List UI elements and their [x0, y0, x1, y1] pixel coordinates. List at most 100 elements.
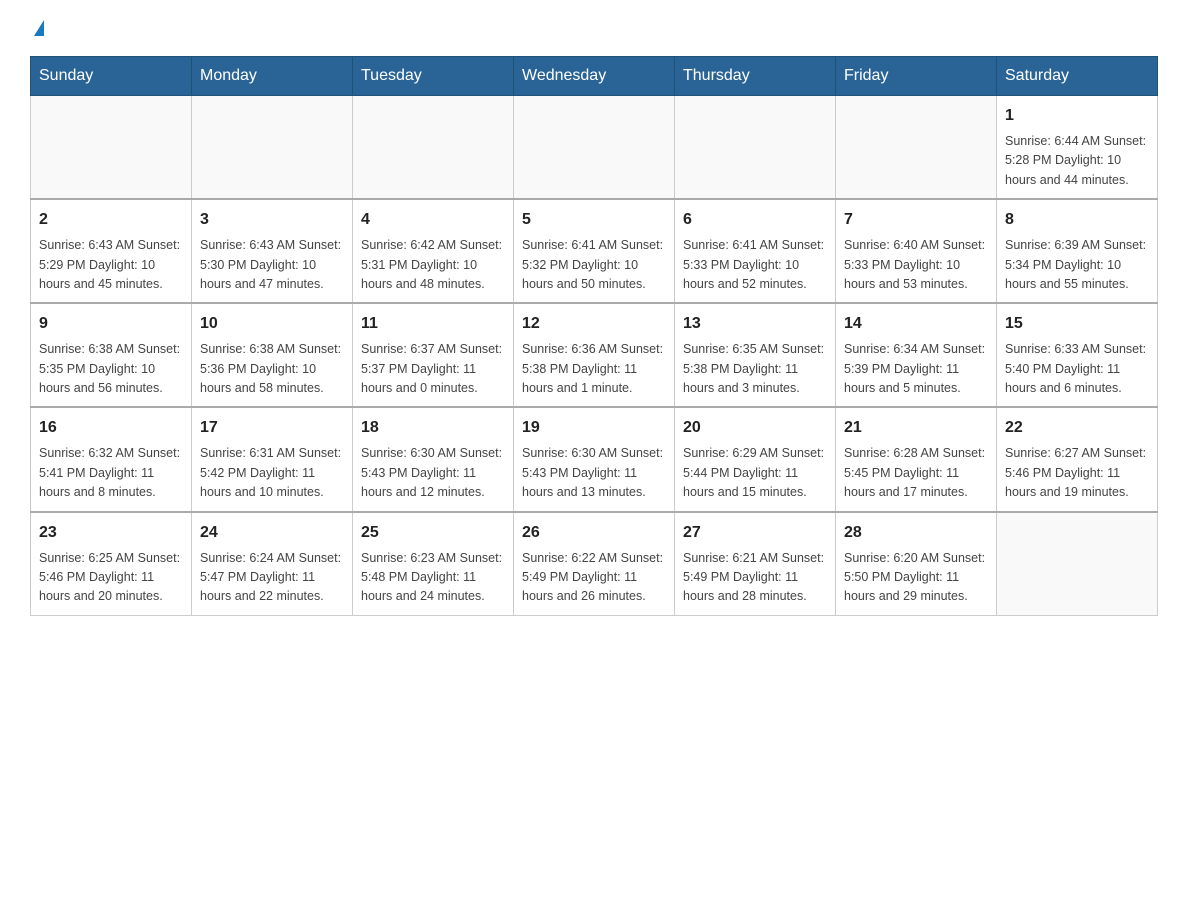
- day-number: 20: [683, 416, 827, 440]
- day-info: Sunrise: 6:27 AM Sunset: 5:46 PM Dayligh…: [1005, 444, 1149, 502]
- day-number: 9: [39, 312, 183, 336]
- day-info: Sunrise: 6:31 AM Sunset: 5:42 PM Dayligh…: [200, 444, 344, 502]
- day-number: 6: [683, 208, 827, 232]
- table-row: 1 Sunrise: 6:44 AM Sunset: 5:28 PM Daylig…: [997, 96, 1158, 200]
- day-number: 14: [844, 312, 988, 336]
- table-row: 19Sunrise: 6:30 AM Sunset: 5:43 PM Dayli…: [514, 407, 675, 511]
- day-info: Sunrise: 6:29 AM Sunset: 5:44 PM Dayligh…: [683, 444, 827, 502]
- calendar-week-row: 9 Sunrise: 6:38 AM Sunset: 5:35 PM Daylig…: [31, 303, 1158, 407]
- calendar-week-row: 23 Sunrise: 6:25 AM Sunset: 5:46 PM Dayli…: [31, 512, 1158, 616]
- table-row: 10 Sunrise: 6:38 AM Sunset: 5:36 PM Dayli…: [192, 303, 353, 407]
- day-number: 28: [844, 521, 988, 545]
- day-number: 27: [683, 521, 827, 545]
- table-row: 13 Sunrise: 6:35 AM Sunset: 5:38 PM Dayli…: [675, 303, 836, 407]
- day-number: 26: [522, 521, 666, 545]
- day-info: Sunrise: 6:35 AM Sunset: 5:38 PM Dayligh…: [683, 340, 827, 398]
- day-number: 18: [361, 416, 505, 440]
- table-row: 25 Sunrise: 6:23 AM Sunset: 5:48 PM Dayli…: [353, 512, 514, 616]
- day-of-week-header: Sunday: [31, 57, 192, 96]
- table-row: 18Sunrise: 6:30 AM Sunset: 5:43 PM Dayli…: [353, 407, 514, 511]
- day-info: Sunrise: 6:30 AM Sunset: 5:43 PM Dayligh…: [522, 444, 666, 502]
- table-row: 24Sunrise: 6:24 AM Sunset: 5:47 PM Dayli…: [192, 512, 353, 616]
- table-row: [514, 96, 675, 200]
- day-info: Sunrise: 6:43 AM Sunset: 5:30 PM Dayligh…: [200, 236, 344, 294]
- table-row: 28 Sunrise: 6:20 AM Sunset: 5:50 PM Dayli…: [836, 512, 997, 616]
- day-number: 3: [200, 208, 344, 232]
- page-header: [30, 20, 1158, 36]
- logo-triangle-icon: [34, 20, 44, 36]
- day-info: Sunrise: 6:38 AM Sunset: 5:36 PM Dayligh…: [200, 340, 344, 398]
- table-row: 15 Sunrise: 6:33 AM Sunset: 5:40 PM Dayli…: [997, 303, 1158, 407]
- day-info: Sunrise: 6:38 AM Sunset: 5:35 PM Dayligh…: [39, 340, 183, 398]
- day-info: Sunrise: 6:43 AM Sunset: 5:29 PM Dayligh…: [39, 236, 183, 294]
- table-row: 9 Sunrise: 6:38 AM Sunset: 5:35 PM Daylig…: [31, 303, 192, 407]
- day-number: 8: [1005, 208, 1149, 232]
- day-info: Sunrise: 6:42 AM Sunset: 5:31 PM Dayligh…: [361, 236, 505, 294]
- calendar-week-row: 16 Sunrise: 6:32 AM Sunset: 5:41 PM Dayli…: [31, 407, 1158, 511]
- day-of-week-header: Friday: [836, 57, 997, 96]
- table-row: 6 Sunrise: 6:41 AM Sunset: 5:33 PM Daylig…: [675, 199, 836, 303]
- table-row: 2 Sunrise: 6:43 AM Sunset: 5:29 PM Daylig…: [31, 199, 192, 303]
- day-info: Sunrise: 6:39 AM Sunset: 5:34 PM Dayligh…: [1005, 236, 1149, 294]
- day-number: 12: [522, 312, 666, 336]
- day-info: Sunrise: 6:22 AM Sunset: 5:49 PM Dayligh…: [522, 549, 666, 607]
- table-row: 5 Sunrise: 6:41 AM Sunset: 5:32 PM Daylig…: [514, 199, 675, 303]
- table-row: 26 Sunrise: 6:22 AM Sunset: 5:49 PM Dayli…: [514, 512, 675, 616]
- table-row: 7 Sunrise: 6:40 AM Sunset: 5:33 PM Daylig…: [836, 199, 997, 303]
- table-row: 21 Sunrise: 6:28 AM Sunset: 5:45 PM Dayli…: [836, 407, 997, 511]
- table-row: 27 Sunrise: 6:21 AM Sunset: 5:49 PM Dayli…: [675, 512, 836, 616]
- day-info: Sunrise: 6:20 AM Sunset: 5:50 PM Dayligh…: [844, 549, 988, 607]
- day-of-week-header: Wednesday: [514, 57, 675, 96]
- day-of-week-header: Thursday: [675, 57, 836, 96]
- day-info: Sunrise: 6:34 AM Sunset: 5:39 PM Dayligh…: [844, 340, 988, 398]
- table-row: [997, 512, 1158, 616]
- day-number: 5: [522, 208, 666, 232]
- table-row: [192, 96, 353, 200]
- day-info: Sunrise: 6:36 AM Sunset: 5:38 PM Dayligh…: [522, 340, 666, 398]
- table-row: 12 Sunrise: 6:36 AM Sunset: 5:38 PM Dayli…: [514, 303, 675, 407]
- day-number: 25: [361, 521, 505, 545]
- day-info: Sunrise: 6:33 AM Sunset: 5:40 PM Dayligh…: [1005, 340, 1149, 398]
- day-info: Sunrise: 6:41 AM Sunset: 5:33 PM Dayligh…: [683, 236, 827, 294]
- day-info: Sunrise: 6:23 AM Sunset: 5:48 PM Dayligh…: [361, 549, 505, 607]
- table-row: 17 Sunrise: 6:31 AM Sunset: 5:42 PM Dayli…: [192, 407, 353, 511]
- calendar-header-row: SundayMondayTuesdayWednesdayThursdayFrid…: [31, 57, 1158, 96]
- table-row: [836, 96, 997, 200]
- table-row: 23 Sunrise: 6:25 AM Sunset: 5:46 PM Dayli…: [31, 512, 192, 616]
- day-of-week-header: Saturday: [997, 57, 1158, 96]
- day-number: 15: [1005, 312, 1149, 336]
- table-row: 8 Sunrise: 6:39 AM Sunset: 5:34 PM Daylig…: [997, 199, 1158, 303]
- day-number: 16: [39, 416, 183, 440]
- day-number: 21: [844, 416, 988, 440]
- table-row: 20 Sunrise: 6:29 AM Sunset: 5:44 PM Dayli…: [675, 407, 836, 511]
- day-number: 10: [200, 312, 344, 336]
- day-number: 4: [361, 208, 505, 232]
- day-number: 24: [200, 521, 344, 545]
- day-number: 1: [1005, 104, 1149, 128]
- table-row: [31, 96, 192, 200]
- table-row: 22Sunrise: 6:27 AM Sunset: 5:46 PM Dayli…: [997, 407, 1158, 511]
- day-info: Sunrise: 6:28 AM Sunset: 5:45 PM Dayligh…: [844, 444, 988, 502]
- day-number: 13: [683, 312, 827, 336]
- table-row: 16 Sunrise: 6:32 AM Sunset: 5:41 PM Dayli…: [31, 407, 192, 511]
- day-info: Sunrise: 6:32 AM Sunset: 5:41 PM Dayligh…: [39, 444, 183, 502]
- day-info: Sunrise: 6:37 AM Sunset: 5:37 PM Dayligh…: [361, 340, 505, 398]
- day-info: Sunrise: 6:40 AM Sunset: 5:33 PM Dayligh…: [844, 236, 988, 294]
- day-of-week-header: Monday: [192, 57, 353, 96]
- day-number: 17: [200, 416, 344, 440]
- day-number: 7: [844, 208, 988, 232]
- calendar-week-row: 2 Sunrise: 6:43 AM Sunset: 5:29 PM Daylig…: [31, 199, 1158, 303]
- day-of-week-header: Tuesday: [353, 57, 514, 96]
- table-row: 11 Sunrise: 6:37 AM Sunset: 5:37 PM Dayli…: [353, 303, 514, 407]
- day-info: Sunrise: 6:41 AM Sunset: 5:32 PM Dayligh…: [522, 236, 666, 294]
- day-info: Sunrise: 6:21 AM Sunset: 5:49 PM Dayligh…: [683, 549, 827, 607]
- table-row: 14 Sunrise: 6:34 AM Sunset: 5:39 PM Dayli…: [836, 303, 997, 407]
- day-number: 11: [361, 312, 505, 336]
- table-row: [353, 96, 514, 200]
- calendar-week-row: 1 Sunrise: 6:44 AM Sunset: 5:28 PM Daylig…: [31, 96, 1158, 200]
- day-info: Sunrise: 6:25 AM Sunset: 5:46 PM Dayligh…: [39, 549, 183, 607]
- day-info: Sunrise: 6:44 AM Sunset: 5:28 PM Dayligh…: [1005, 132, 1149, 190]
- day-number: 23: [39, 521, 183, 545]
- day-number: 2: [39, 208, 183, 232]
- table-row: 4 Sunrise: 6:42 AM Sunset: 5:31 PM Daylig…: [353, 199, 514, 303]
